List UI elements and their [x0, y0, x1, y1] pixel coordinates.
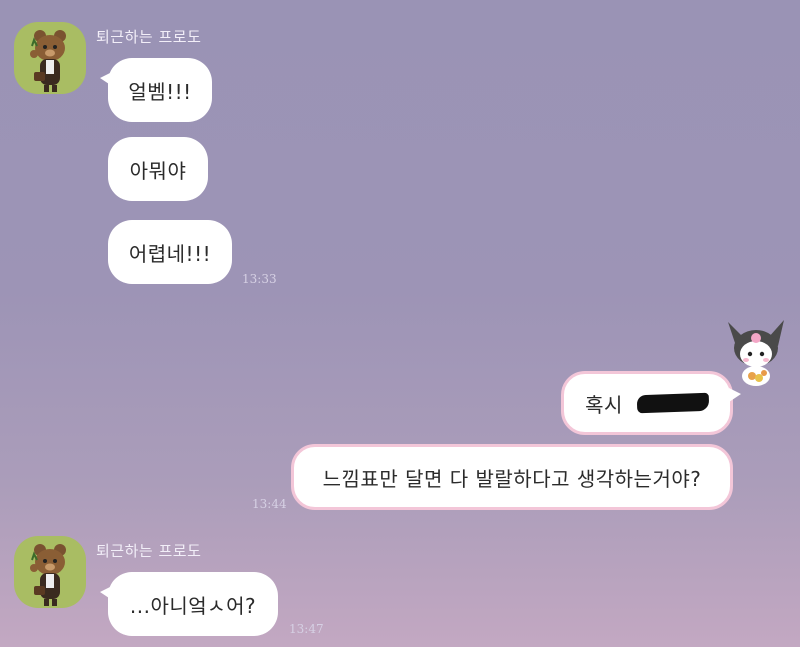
sender-name: 퇴근하는 프로도	[96, 542, 202, 560]
kuromi-sticker-icon	[728, 320, 784, 386]
message-text: 어렵네!!!	[128, 241, 212, 266]
message-text: 아뭐야	[129, 158, 187, 183]
message-bubble[interactable]: ...아니엌ㅅ어?	[100, 572, 278, 636]
message-timestamp: 13:44	[252, 497, 287, 511]
friend-avatar[interactable]	[14, 22, 86, 94]
message-text: 혹시	[585, 392, 623, 417]
message-text: ...아니엌ㅅ어?	[129, 593, 257, 618]
my-message-bubble[interactable]: 느낌표만 달면 다 발랄하다고 생각하는거야?	[291, 444, 733, 510]
message-text: 느낌표만 달면 다 발랄하다고 생각하는거야?	[322, 466, 702, 491]
message-timestamp: 13:47	[289, 622, 324, 636]
redaction-mark	[636, 392, 710, 414]
message-bubble[interactable]: 얼벰!!!	[100, 58, 212, 122]
sender-name: 퇴근하는 프로도	[96, 28, 202, 46]
bear-character-icon	[30, 30, 66, 92]
message-timestamp: 13:33	[242, 272, 277, 286]
my-message-bubble[interactable]: 혹시	[561, 371, 741, 435]
friend-avatar[interactable]	[14, 536, 86, 608]
bear-character-icon	[30, 544, 66, 606]
message-bubble[interactable]: 아뭐야	[108, 137, 208, 201]
message-bubble[interactable]: 어렵네!!!	[108, 220, 232, 284]
message-text: 얼벰!!!	[128, 79, 192, 104]
